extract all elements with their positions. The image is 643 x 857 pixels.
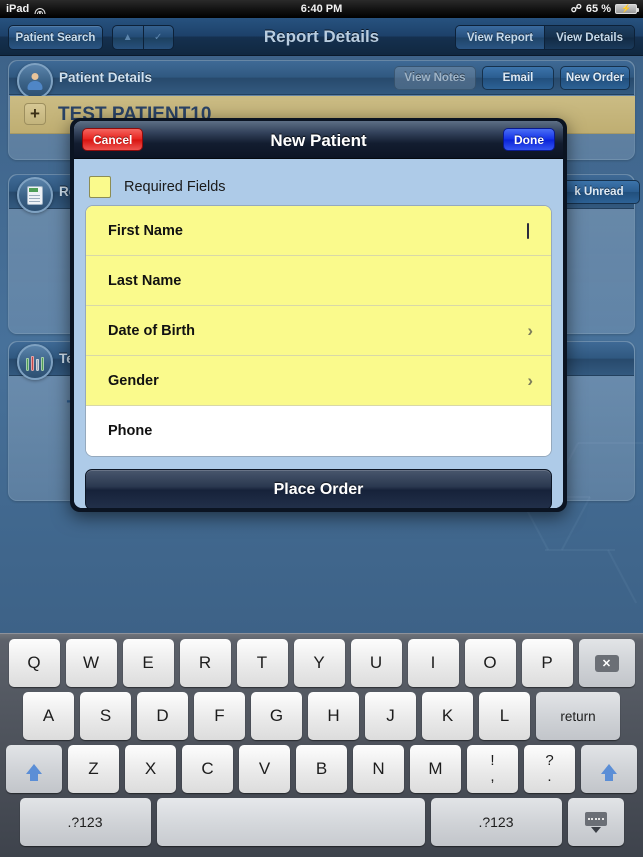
new-patient-modal: Cancel New Patient Done Required Fields … bbox=[74, 121, 563, 508]
status-bar: iPad 6:40 PM ☍ 65 % ⚡ bbox=[0, 0, 643, 18]
key-h[interactable]: H bbox=[308, 692, 359, 740]
chevron-down-icon bbox=[590, 826, 601, 833]
backspace-icon: ✕ bbox=[594, 654, 619, 672]
space-key[interactable] bbox=[156, 798, 425, 846]
field-row-gender[interactable]: Gender › bbox=[86, 356, 551, 406]
patient-avatar-icon bbox=[17, 63, 53, 99]
key-d[interactable]: D bbox=[137, 692, 188, 740]
key-w[interactable]: W bbox=[65, 639, 117, 687]
hide-keyboard-key[interactable] bbox=[567, 798, 624, 846]
key-i[interactable]: I bbox=[407, 639, 459, 687]
last-name-label: Last Name bbox=[108, 272, 182, 289]
field-row-phone[interactable]: Phone bbox=[86, 406, 551, 456]
key-v[interactable]: V bbox=[239, 745, 290, 793]
device-label: iPad bbox=[6, 3, 30, 15]
text-cursor-icon bbox=[527, 222, 529, 239]
test-tubes-icon bbox=[17, 344, 53, 380]
key-m[interactable]: M bbox=[410, 745, 461, 793]
bluetooth-icon: ☍ bbox=[570, 2, 582, 15]
key-f[interactable]: F bbox=[194, 692, 245, 740]
keyboard-row-3: Z X C V B N M ! , ? . bbox=[0, 745, 643, 793]
backspace-key[interactable]: ✕ bbox=[578, 639, 635, 687]
chevron-right-icon: › bbox=[527, 370, 533, 390]
key-a[interactable]: A bbox=[23, 692, 74, 740]
key-x[interactable]: X bbox=[125, 745, 176, 793]
numeric-key-right[interactable]: .?123 bbox=[430, 798, 562, 846]
required-color-swatch bbox=[89, 175, 111, 198]
key-g[interactable]: G bbox=[251, 692, 302, 740]
modal-body: Required Fields First Name Last Name Dat… bbox=[74, 159, 563, 508]
required-fields-label: Required Fields bbox=[124, 178, 226, 195]
key-u[interactable]: U bbox=[350, 639, 402, 687]
key-k[interactable]: K bbox=[422, 692, 473, 740]
key-o[interactable]: O bbox=[464, 639, 516, 687]
key-t[interactable]: T bbox=[236, 639, 288, 687]
view-notes-button[interactable]: View Notes bbox=[394, 66, 476, 90]
ipad-screen: iPad 6:40 PM ☍ 65 % ⚡ Patient Search ▲ ✓… bbox=[0, 0, 643, 857]
status-bar-right: ☍ 65 % ⚡ bbox=[570, 2, 639, 15]
field-row-last-name[interactable]: Last Name bbox=[86, 256, 551, 306]
phone-label: Phone bbox=[108, 423, 153, 439]
battery-charging-icon: ⚡ bbox=[615, 4, 639, 14]
key-y[interactable]: Y bbox=[293, 639, 345, 687]
done-button[interactable]: Done bbox=[503, 128, 555, 151]
period-label: . bbox=[547, 768, 552, 785]
modal-title-bar: Cancel New Patient Done bbox=[74, 121, 563, 159]
key-p[interactable]: P bbox=[521, 639, 573, 687]
key-s[interactable]: S bbox=[80, 692, 131, 740]
key-z[interactable]: Z bbox=[68, 745, 119, 793]
app-toolbar: Patient Search ▲ ✓ Report Details View R… bbox=[0, 18, 643, 56]
key-l[interactable]: L bbox=[479, 692, 530, 740]
chevron-right-icon: › bbox=[527, 320, 533, 340]
onscreen-keyboard: Q W E R T Y U I O P ✕ A S D F G H J K L … bbox=[0, 633, 643, 857]
patient-panel-title: Patient Details bbox=[59, 70, 153, 85]
place-order-button[interactable]: Place Order bbox=[85, 469, 552, 508]
new-order-button[interactable]: New Order bbox=[560, 66, 630, 90]
view-mode-segmented-control[interactable]: View Report View Details bbox=[454, 25, 635, 50]
tab-view-details[interactable]: View Details bbox=[544, 26, 634, 49]
required-fields-legend: Required Fields bbox=[85, 168, 552, 205]
shift-key-right[interactable] bbox=[581, 745, 637, 793]
key-n[interactable]: N bbox=[353, 745, 404, 793]
keyboard-icon bbox=[584, 811, 607, 826]
field-row-first-name[interactable]: First Name bbox=[86, 206, 551, 256]
key-question-period[interactable]: ? . bbox=[524, 745, 575, 793]
key-j[interactable]: J bbox=[365, 692, 416, 740]
comma-label: , bbox=[490, 768, 495, 785]
key-exclamation-comma[interactable]: ! , bbox=[467, 745, 518, 793]
modal-title: New Patient bbox=[270, 131, 367, 150]
return-key[interactable]: return bbox=[536, 692, 620, 740]
status-bar-left: iPad bbox=[6, 3, 46, 15]
new-patient-form: First Name Last Name Date of Birth › Gen… bbox=[85, 205, 552, 457]
add-patient-tile[interactable]: + bbox=[24, 103, 46, 125]
keyboard-row-4: .?123 .?123 bbox=[0, 798, 643, 846]
wifi-icon bbox=[34, 4, 46, 14]
keyboard-row-2: A S D F G H J K L return bbox=[0, 692, 643, 740]
key-c[interactable]: C bbox=[182, 745, 233, 793]
key-q[interactable]: Q bbox=[8, 639, 60, 687]
key-b[interactable]: B bbox=[296, 745, 347, 793]
shift-key-left[interactable] bbox=[6, 745, 62, 793]
numeric-key-left[interactable]: .?123 bbox=[19, 798, 151, 846]
report-document-icon bbox=[17, 177, 53, 213]
keyboard-row-1: Q W E R T Y U I O P ✕ bbox=[0, 639, 643, 687]
key-r[interactable]: R bbox=[179, 639, 231, 687]
gender-label: Gender bbox=[108, 372, 159, 389]
first-name-label: First Name bbox=[108, 222, 183, 239]
exclamation-label: ! bbox=[490, 752, 495, 770]
status-bar-time: 6:40 PM bbox=[300, 3, 343, 15]
field-row-date-of-birth[interactable]: Date of Birth › bbox=[86, 306, 551, 356]
question-label: ? bbox=[545, 752, 554, 770]
battery-percent-label: 65 % bbox=[585, 3, 611, 15]
shift-icon bbox=[601, 764, 617, 781]
key-e[interactable]: E bbox=[122, 639, 174, 687]
date-of-birth-label: Date of Birth bbox=[108, 322, 195, 339]
mark-unread-button[interactable]: k Unread bbox=[558, 180, 640, 204]
shift-icon bbox=[26, 764, 42, 781]
email-button[interactable]: Email bbox=[482, 66, 554, 90]
tab-view-report[interactable]: View Report bbox=[455, 26, 545, 49]
